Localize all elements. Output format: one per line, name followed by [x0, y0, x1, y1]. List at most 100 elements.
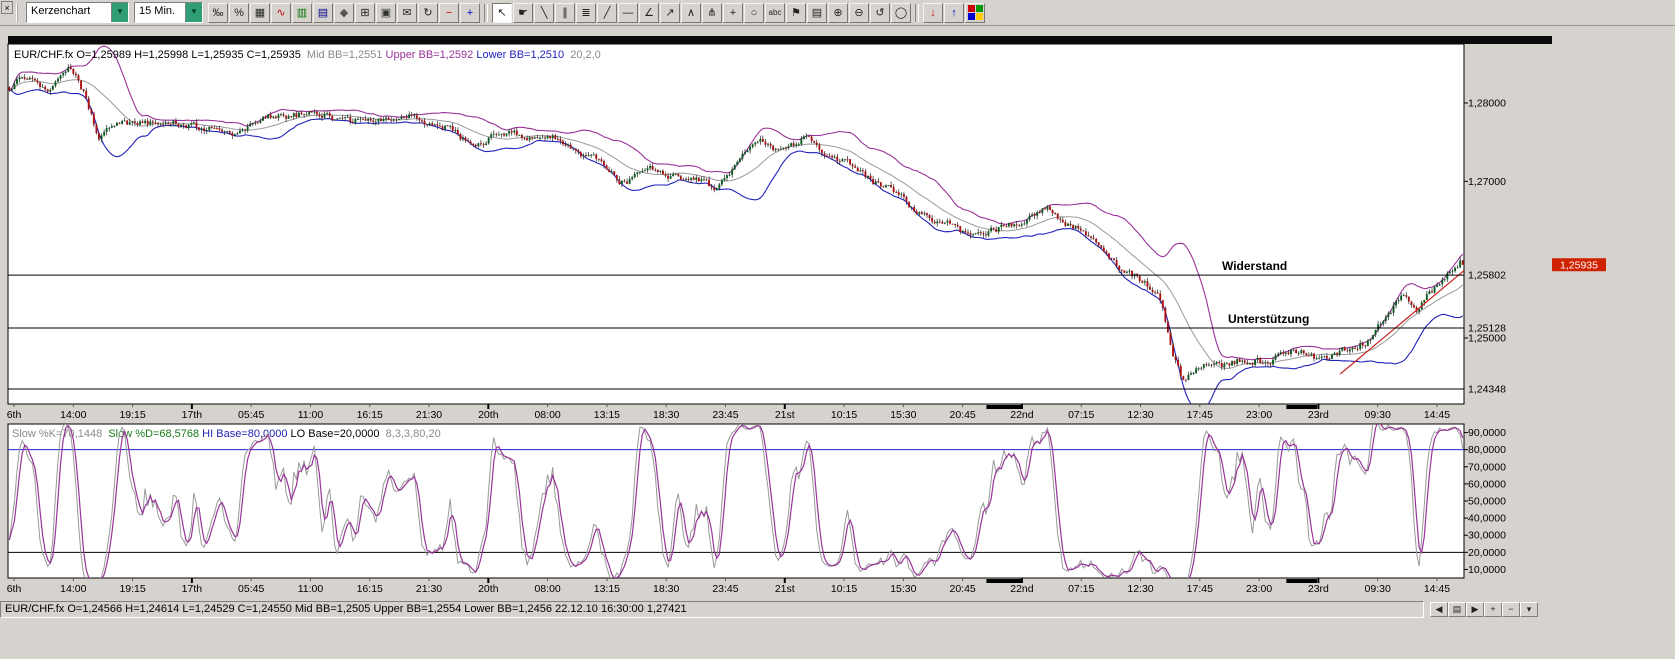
time-axis-label: 13:15 — [594, 583, 620, 595]
save-icon[interactable]: ▣ — [376, 3, 396, 23]
time-axis-label: 22nd — [1010, 409, 1034, 421]
chart-gallery-icon[interactable]: ▥ — [292, 3, 312, 23]
ellipse-tool-icon[interactable]: ○ — [744, 3, 764, 23]
time-axis-label: 16:15 — [357, 583, 383, 595]
alert-tool-icon[interactable]: ⚑ — [786, 3, 806, 23]
time-axis-label: 6th — [7, 583, 22, 595]
zoom-in-button[interactable]: + — [1484, 602, 1502, 617]
time-axis-label: 20:45 — [949, 583, 975, 595]
chart-type-dropdown[interactable]: Kerzenchart ▼ — [26, 2, 129, 23]
zoom-in-icon[interactable]: ⊕ — [828, 3, 848, 23]
period-dropdown[interactable]: 15 Min. ▼ — [134, 2, 203, 23]
chart-type-value: Kerzenchart — [27, 3, 111, 22]
time-axis-label: 14:45 — [1424, 583, 1450, 595]
time-axis-label: 6th — [7, 409, 22, 421]
time-axis-label: 08:00 — [534, 583, 560, 595]
stoch-axis-label: 20,0000 — [1468, 547, 1506, 559]
fibonacci-tool-icon[interactable]: ⋔ — [702, 3, 722, 23]
grid-settings-icon[interactable]: ▦ — [250, 3, 270, 23]
horizontal-line-icon[interactable]: — — [618, 3, 638, 23]
zigzag-tool-icon[interactable]: ∧ — [681, 3, 701, 23]
add-object-icon[interactable]: + — [460, 3, 480, 23]
remove-object-icon[interactable]: − — [439, 3, 459, 23]
stoch-axis-label: 50,0000 — [1468, 496, 1506, 508]
toolbar-icons: ‰%▦∿▥▤◆⊞▣✉↻−+↖☛╲∥≣╱—∠↗∧⋔+○abc⚑▤⊕⊖↺◯↓↑ — [208, 3, 985, 23]
refresh-icon[interactable]: ↻ — [418, 3, 438, 23]
time-axis-label: 17:45 — [1187, 409, 1213, 421]
scroll-left-button[interactable]: ◀ — [1430, 602, 1448, 617]
toolbar-grip[interactable] — [16, 4, 22, 22]
main-toolbar: × Kerzenchart ▼ 15 Min. ▼ ‰%▦∿▥▤◆⊞▣✉↻−+↖… — [0, 0, 1675, 26]
annotation-widerstand[interactable]: Widerstand — [1222, 259, 1287, 273]
stoch-header: Slow %K=70,1448 Slow %D=68,5768 HI Base=… — [12, 428, 441, 440]
price-axis-label: 1,28000 — [1468, 97, 1506, 109]
time-axis-label: 21:30 — [416, 409, 442, 421]
chevron-down-icon[interactable]: ▼ — [185, 3, 202, 22]
note-tool-icon[interactable]: ▤ — [807, 3, 827, 23]
properties-icon[interactable]: ◆ — [334, 3, 354, 23]
pointer-tool-icon[interactable]: ↖ — [492, 3, 512, 23]
time-axis-label: 14:00 — [60, 583, 86, 595]
time-axis-label: 09:30 — [1365, 409, 1391, 421]
overview-button[interactable]: ▤ — [1448, 602, 1466, 617]
time-axis-label: 05:45 — [238, 409, 264, 421]
color-palette-icon[interactable] — [965, 3, 985, 23]
chart-scroll-controls: ◀▤▶+−▾ — [1430, 602, 1538, 617]
chart-title-bar[interactable] — [8, 36, 1552, 44]
time-axis-label: 15:30 — [890, 409, 916, 421]
print-icon[interactable]: ⊞ — [355, 3, 375, 23]
time-axis-label: 08:00 — [534, 409, 560, 421]
time-axis-label: 22nd — [1010, 583, 1034, 595]
workspace-icon[interactable]: ▤ — [313, 3, 333, 23]
scroll-right-button[interactable]: ▶ — [1466, 602, 1484, 617]
zoom-out-button[interactable]: − — [1502, 602, 1520, 617]
annotation-unterstuetzung[interactable]: Unterstützung — [1228, 312, 1309, 326]
toolbar-close-icon[interactable]: × — [1, 1, 13, 14]
session-gap-marker — [1286, 579, 1317, 583]
time-axis-label: 11:00 — [298, 409, 324, 421]
parallel-channel-icon[interactable]: ∥ — [555, 3, 575, 23]
hand-tool-icon[interactable]: ☛ — [513, 3, 533, 23]
angle-tool-icon[interactable]: ∠ — [639, 3, 659, 23]
stoch-plot-area[interactable] — [8, 424, 1464, 578]
price-scale-icon[interactable]: % — [229, 3, 249, 23]
circle-tool-icon[interactable]: ◯ — [891, 3, 911, 23]
level-price-label: 1,24348 — [1468, 384, 1506, 396]
time-axis-label: 18:30 — [653, 409, 679, 421]
time-axis-label: 21st — [775, 583, 795, 595]
time-axis-label: 20:45 — [949, 409, 975, 421]
send-mail-icon[interactable]: ✉ — [397, 3, 417, 23]
time-axis-label: 20th — [478, 583, 499, 595]
text-tool-icon[interactable]: abc — [765, 3, 785, 23]
time-axis-label: 20th — [478, 409, 499, 421]
stoch-axis-label: 60,0000 — [1468, 478, 1506, 490]
time-axis-label: 16:15 — [357, 409, 383, 421]
price-axis-label: 1,25000 — [1468, 332, 1506, 344]
zoom-reset-icon[interactable]: ↺ — [870, 3, 890, 23]
chart-window: 1,258021,251281,243481,280001,270001,250… — [0, 26, 1675, 659]
zoom-out-icon[interactable]: ⊖ — [849, 3, 869, 23]
stoch-axis-label: 40,0000 — [1468, 513, 1506, 525]
regression-tool-icon[interactable]: ╱ — [597, 3, 617, 23]
time-axis-label: 11:00 — [298, 583, 324, 595]
main-chart-header: EUR/CHF.fx O=1,25989 H=1,25998 L=1,25935… — [14, 49, 601, 61]
sell-marker-icon[interactable]: ↓ — [923, 3, 943, 23]
time-axis-label: 10:15 — [831, 409, 857, 421]
time-axis-label: 23rd — [1308, 409, 1329, 421]
indicator-insert-icon[interactable]: ∿ — [271, 3, 291, 23]
options-button[interactable]: ▾ — [1520, 602, 1538, 617]
chevron-down-icon[interactable]: ▼ — [111, 3, 128, 22]
trendline-tool-icon[interactable]: ╲ — [534, 3, 554, 23]
session-gap-marker — [1286, 405, 1317, 409]
crosshair-tool-icon[interactable]: + — [723, 3, 743, 23]
arrow-tool-icon[interactable]: ↗ — [660, 3, 680, 23]
format-percent-icon[interactable]: ‰ — [208, 3, 228, 23]
time-axis-label: 23:00 — [1246, 583, 1272, 595]
main-plot-area[interactable] — [8, 44, 1464, 404]
stoch-axis-label: 90,0000 — [1468, 427, 1506, 439]
time-axis-label: 23:45 — [712, 409, 738, 421]
time-axis-label: 23:45 — [712, 583, 738, 595]
stoch-axis-label: 10,0000 — [1468, 564, 1506, 576]
buy-marker-icon[interactable]: ↑ — [944, 3, 964, 23]
grid-lines-icon[interactable]: ≣ — [576, 3, 596, 23]
